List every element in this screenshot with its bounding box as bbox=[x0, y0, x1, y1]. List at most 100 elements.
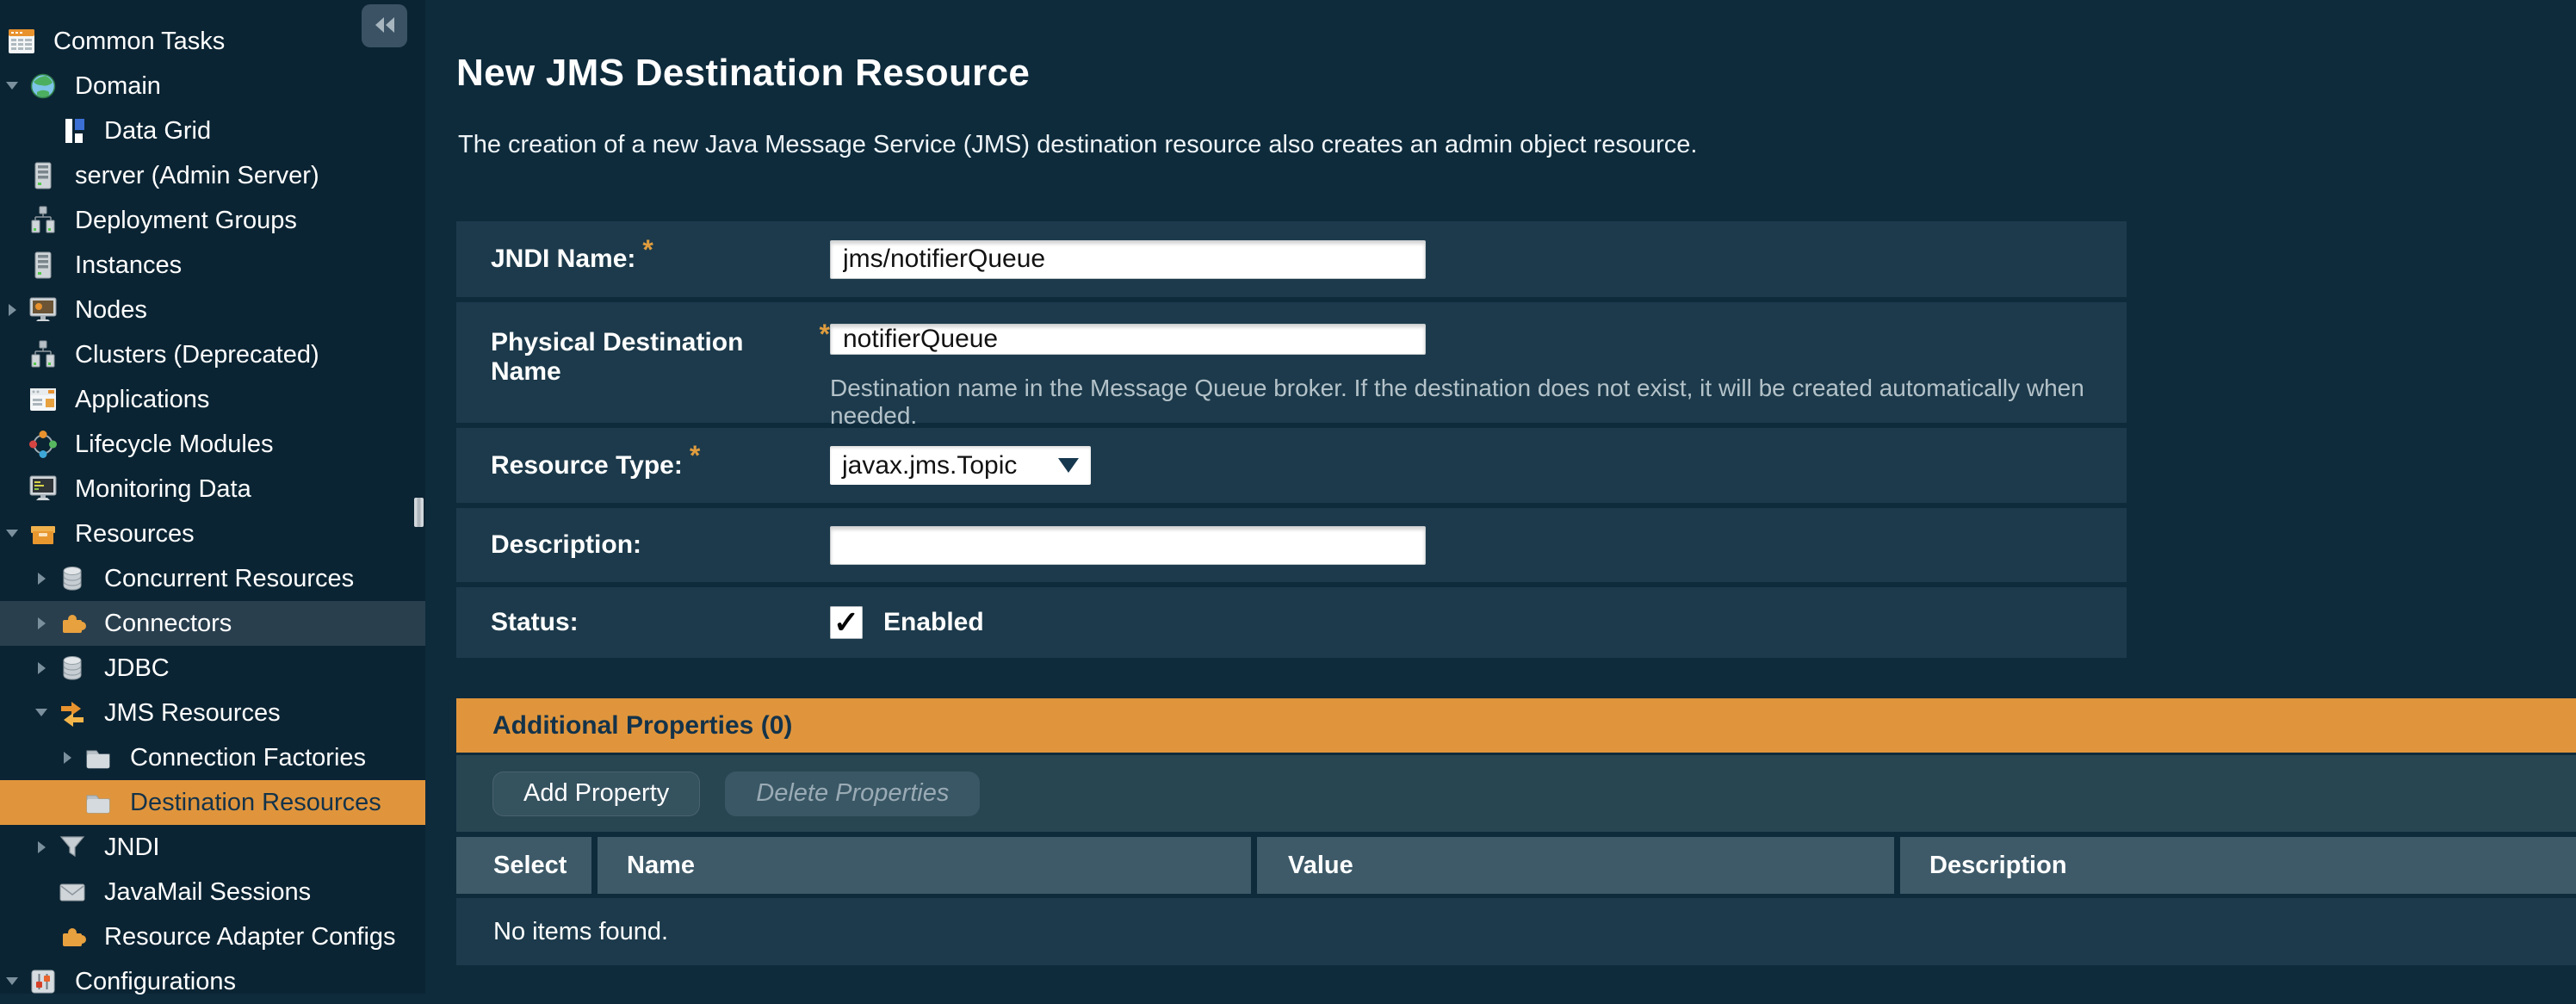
sidebar-item-domain[interactable]: Domain bbox=[0, 64, 425, 108]
sidebar-item-label: Domain bbox=[75, 72, 161, 101]
checkbox-label: Enabled bbox=[883, 608, 984, 637]
server-icon bbox=[28, 161, 58, 190]
field-control-status: ✓ Enabled bbox=[830, 587, 2127, 658]
jndi-name-input[interactable] bbox=[830, 240, 1426, 279]
sidebar-item-label: Data Grid bbox=[104, 117, 211, 146]
field-label-status: Status: bbox=[456, 587, 830, 658]
form-row-status: Status: ✓ Enabled bbox=[456, 587, 2127, 658]
globe-icon bbox=[28, 71, 58, 101]
sidebar-item-label: Resources bbox=[75, 520, 195, 548]
envelope-icon bbox=[58, 877, 87, 907]
sidebar-item-label: Common Tasks bbox=[53, 28, 225, 56]
expander-closed-icon[interactable] bbox=[33, 660, 58, 677]
sidebar-item-deployment-groups[interactable]: Deployment Groups bbox=[0, 198, 425, 243]
expander-spacer bbox=[3, 167, 28, 184]
expander-spacer bbox=[3, 257, 28, 274]
sidebar-item-jndi[interactable]: JNDI bbox=[0, 825, 425, 870]
sidebar-item-resources[interactable]: Resources bbox=[0, 511, 425, 556]
column-header-description: Description bbox=[1900, 837, 2576, 894]
sidebar-item-clusters-deprecated[interactable]: Clusters (Deprecated) bbox=[0, 332, 425, 377]
field-label-description: Description: bbox=[456, 508, 830, 582]
puzzle-icon bbox=[58, 922, 87, 951]
delete-properties-button[interactable]: Delete Properties bbox=[725, 772, 980, 816]
field-control-description bbox=[830, 508, 2127, 582]
expander-open-icon[interactable] bbox=[33, 704, 58, 722]
sidebar-item-label: Lifecycle Modules bbox=[75, 431, 274, 459]
field-label-text: JNDI Name: bbox=[491, 245, 635, 274]
sidebar-item-label: Connectors bbox=[104, 610, 232, 638]
expander-spacer bbox=[3, 480, 28, 498]
expander-spacer bbox=[33, 928, 58, 945]
expander-spacer bbox=[33, 883, 58, 901]
sidebar-item-server-admin-server[interactable]: server (Admin Server) bbox=[0, 153, 425, 198]
sidebar-item-data-grid[interactable]: Data Grid bbox=[0, 108, 425, 153]
lifecycle-icon bbox=[28, 430, 58, 459]
expander-closed-icon[interactable] bbox=[59, 749, 84, 766]
sidebar-item-label: Instances bbox=[75, 251, 182, 280]
sidebar-item-label: Configurations bbox=[75, 968, 236, 996]
field-label-text: Description: bbox=[491, 530, 641, 560]
sidebar-item-monitoring-data[interactable]: Monitoring Data bbox=[0, 467, 425, 511]
physical-destination-name-input[interactable] bbox=[830, 324, 1426, 355]
database-icon bbox=[58, 564, 87, 593]
status-enabled-checkbox[interactable]: ✓ bbox=[830, 606, 863, 639]
properties-empty-row: No items found. bbox=[456, 898, 2576, 965]
sidebar-item-label: Deployment Groups bbox=[75, 207, 297, 235]
sidebar-item-javamail-sessions[interactable]: JavaMail Sessions bbox=[0, 870, 425, 914]
page-title: New JMS Destination Resource bbox=[456, 52, 1030, 95]
funnel-icon bbox=[58, 833, 87, 862]
properties-table-header: SelectNameValueDescription bbox=[456, 837, 2576, 894]
add-property-button[interactable]: Add Property bbox=[492, 772, 700, 816]
field-label-text: Status: bbox=[491, 608, 579, 637]
main-content: New JMS Destination Resource The creatio… bbox=[425, 0, 2576, 994]
sidebar-item-jms-resources[interactable]: JMS Resources bbox=[0, 691, 425, 735]
resource-type-select[interactable]: javax.jms.Topic bbox=[830, 446, 1091, 485]
sidebar-item-connectors[interactable]: Connectors bbox=[0, 601, 425, 646]
sidebar-item-label: Resource Adapter Configs bbox=[104, 923, 396, 951]
expander-closed-icon[interactable] bbox=[33, 570, 58, 587]
sidebar-item-jdbc[interactable]: JDBC bbox=[0, 646, 425, 691]
sidebar-item-configurations[interactable]: Configurations bbox=[0, 959, 425, 1004]
sidebar-item-resource-adapter-configs[interactable]: Resource Adapter Configs bbox=[0, 914, 425, 959]
field-control-physical-destination-name: Destination name in the Message Queue br… bbox=[830, 302, 2127, 423]
expander-open-icon[interactable] bbox=[3, 525, 28, 542]
sidebar-item-lifecycle-modules[interactable]: Lifecycle Modules bbox=[0, 422, 425, 467]
sidebar-item-label: Monitoring Data bbox=[75, 475, 251, 504]
apps-window-icon bbox=[28, 385, 58, 414]
field-label-jndi-name: JNDI Name:* bbox=[456, 221, 830, 297]
checkmark-icon: ✓ bbox=[833, 604, 859, 641]
sidebar-item-connection-factories[interactable]: Connection Factories bbox=[0, 735, 425, 780]
expander-open-icon[interactable] bbox=[3, 973, 28, 990]
description-input[interactable] bbox=[830, 526, 1426, 565]
puzzle-icon bbox=[58, 609, 87, 638]
expander-closed-icon[interactable] bbox=[3, 301, 28, 319]
server-icon bbox=[28, 251, 58, 280]
sidebar-item-label: JDBC bbox=[104, 654, 170, 683]
column-header-name: Name bbox=[598, 837, 1251, 894]
sidebar-item-label: Destination Resources bbox=[130, 789, 381, 817]
additional-properties-header: Additional Properties (0) bbox=[456, 698, 2576, 753]
expander-spacer bbox=[3, 436, 28, 453]
sidebar-item-label: Applications bbox=[75, 386, 209, 414]
expander-open-icon[interactable] bbox=[3, 77, 28, 95]
sidebar-item-label: Clusters (Deprecated) bbox=[75, 341, 319, 369]
expander-closed-icon[interactable] bbox=[33, 615, 58, 632]
column-header-select: Select bbox=[456, 837, 591, 894]
field-label-physical-destination-name: Physical Destination Name* bbox=[456, 302, 830, 423]
sidebar-item-instances[interactable]: Instances bbox=[0, 243, 425, 288]
sidebar-item-concurrent-resources[interactable]: Concurrent Resources bbox=[0, 556, 425, 601]
required-asterisk: * bbox=[642, 234, 653, 266]
sidebar-item-nodes[interactable]: Nodes bbox=[0, 288, 425, 332]
sliders-icon bbox=[28, 967, 58, 996]
form-row-resource-type: Resource Type:*javax.jms.Topic bbox=[456, 428, 2127, 503]
sidebar-collapse-button[interactable] bbox=[362, 4, 407, 47]
sidebar-item-applications[interactable]: Applications bbox=[0, 377, 425, 422]
expander-closed-icon[interactable] bbox=[33, 839, 58, 856]
field-control-resource-type: javax.jms.Topic bbox=[830, 428, 2127, 503]
database-icon bbox=[58, 654, 87, 683]
sidebar-scrollbar-thumb[interactable] bbox=[414, 498, 424, 527]
sidebar: Common Tasks Domain Data Grid server (Admin… bbox=[0, 0, 425, 994]
field-label-text: Resource Type: bbox=[491, 451, 683, 480]
field-help-text: Destination name in the Message Queue br… bbox=[830, 375, 2127, 430]
sidebar-item-destination-resources[interactable]: Destination Resources bbox=[0, 780, 425, 825]
